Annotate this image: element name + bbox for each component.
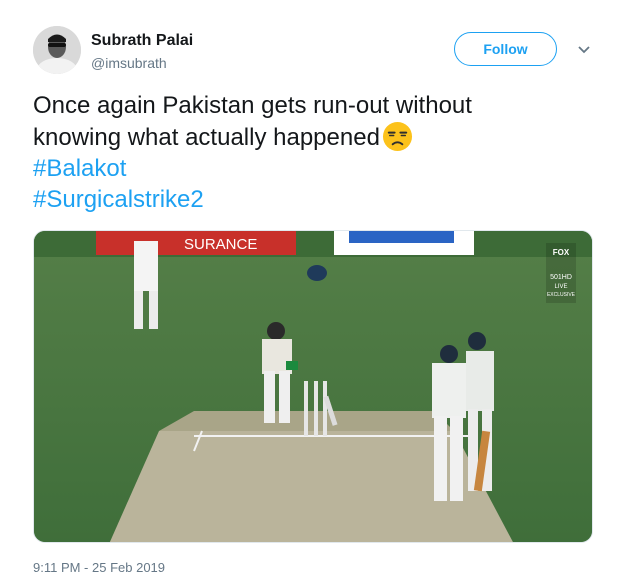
follow-button[interactable]: Follow xyxy=(454,32,557,66)
display-name[interactable]: Subrath Palai xyxy=(91,32,193,50)
svg-text:LIVE: LIVE xyxy=(554,284,567,290)
tweet-text-line-2-wrapper: knowing what actually happened xyxy=(33,121,593,153)
user-handle[interactable]: @imsubrath xyxy=(91,55,167,71)
tweet-text: Once again Pakistan gets run-out without… xyxy=(33,90,593,215)
tweet-text-line-2: knowing what actually happened xyxy=(33,124,380,151)
tweet-timestamp[interactable]: 9:11 PM - 25 Feb 2019 xyxy=(33,560,165,575)
banner-text: SURANCE xyxy=(184,236,257,253)
chevron-down-icon[interactable] xyxy=(574,40,594,60)
tweet-text-line-1: Once again Pakistan gets run-out without xyxy=(33,92,472,119)
avatar[interactable] xyxy=(33,26,81,74)
tweet-image[interactable]: SURANCE FOX 501HD LIVE EXCLUSIVE xyxy=(33,230,593,543)
svg-text:FOX: FOX xyxy=(553,248,570,257)
hashtag-surgicalstrike2[interactable]: #Surgicalstrike2 xyxy=(33,184,593,215)
svg-text:EXCLUSIVE: EXCLUSIVE xyxy=(547,292,576,298)
hashtag-balakot[interactable]: #Balakot xyxy=(33,153,593,184)
channel-logo: FOX 501HD LIVE EXCLUSIVE xyxy=(546,243,576,303)
svg-text:501HD: 501HD xyxy=(550,274,572,281)
unamused-face-icon xyxy=(382,121,413,152)
tweet-card: Subrath Palai @imsubrath Follow Once aga… xyxy=(0,0,625,582)
